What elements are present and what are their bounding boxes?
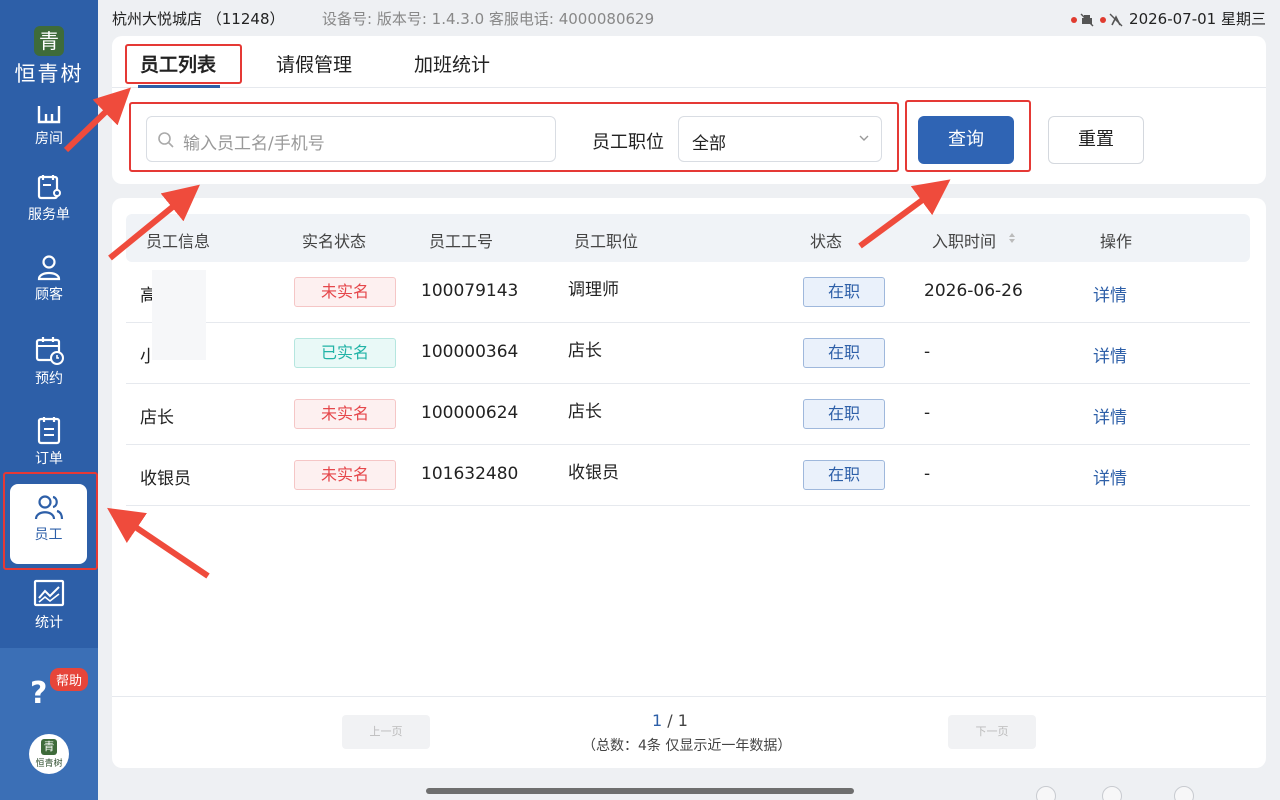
- sidebar-item-customer[interactable]: 顾客: [0, 244, 98, 316]
- help-icon: ?: [30, 676, 48, 711]
- hired-date: -: [924, 403, 931, 423]
- sidebar-item-room[interactable]: 房间: [0, 96, 98, 168]
- sidebar: 青 恒青树 房间 服务单 顾客 预约 订单 员工 统计 ? 帮助 青 恒青树: [0, 0, 98, 800]
- tab-overtime-stats[interactable]: 加班统计: [414, 50, 490, 77]
- datetime: 2026-07-01 星期三: [1129, 10, 1266, 28]
- printer-off-icon: [1080, 13, 1094, 26]
- prev-page-button[interactable]: 上一页: [342, 715, 430, 749]
- help-badge: 帮助: [50, 668, 89, 691]
- verify-badge: 未实名: [294, 399, 396, 429]
- device-info: 设备号: 版本号: 1.4.3.0 客服电话: 4000080629: [322, 10, 655, 28]
- sidebar-item-label: 房间: [35, 131, 63, 147]
- col-header-action: 操作: [1100, 232, 1133, 251]
- sidebar-item-label: 订单: [35, 451, 63, 467]
- brand-name: 恒青树: [14, 62, 84, 86]
- floating-dot: [1036, 786, 1056, 800]
- annotation-box-filters: [129, 102, 899, 172]
- alert-dot: [1100, 16, 1107, 23]
- hired-date: -: [924, 464, 931, 484]
- floating-dot: [1102, 786, 1122, 800]
- tab-bar: 员工列表 请假管理 加班统计: [112, 36, 1266, 88]
- table-row: 高 未实名 100079143 调理师 在职 2026-06-26 详情: [126, 262, 1250, 323]
- sidebar-item-stats[interactable]: 统计: [0, 570, 98, 642]
- tab-leave-management[interactable]: 请假管理: [276, 50, 352, 77]
- annotation-box-query: [905, 100, 1031, 172]
- tab-active-indicator: [138, 85, 220, 88]
- annotation-box-tab: [125, 44, 242, 84]
- store-name: 杭州大悦城店 （11248）: [112, 10, 285, 28]
- pagination-summary: （总数：4条 仅显示近一年数据）: [582, 738, 792, 754]
- status-badge: 在职: [803, 460, 885, 490]
- detail-link[interactable]: 详情: [1093, 281, 1127, 306]
- help-button[interactable]: ? 帮助: [30, 668, 92, 712]
- staff-name: 收银员: [140, 469, 191, 489]
- customer-icon: [37, 255, 61, 281]
- table-row: 小 已实名 100000364 店长 在职 - 详情: [126, 323, 1250, 384]
- pagination: 上一页 1 / 1 （总数：4条 仅显示近一年数据） 下一页: [112, 696, 1266, 768]
- col-header-position: 员工职位: [574, 232, 639, 251]
- table-header: 员工信息 实名状态 员工工号 员工职位 状态 入职时间 操作: [126, 214, 1250, 262]
- brand-logo: 青 恒青树: [0, 26, 98, 88]
- annotation-box-staff-nav: [3, 472, 98, 570]
- page-indicator: 1 / 1: [652, 711, 688, 730]
- col-header-info: 员工信息: [146, 232, 211, 251]
- privacy-mask: [152, 270, 206, 360]
- staff-id: 100079143: [421, 281, 519, 301]
- staff-position: 收银员: [568, 463, 619, 483]
- next-page-button[interactable]: 下一页: [948, 715, 1036, 749]
- avatar[interactable]: 青 恒青树: [29, 734, 69, 774]
- logo-mark: 青: [34, 26, 64, 56]
- sidebar-item-order[interactable]: 订单: [0, 406, 98, 478]
- staff-name: 店长: [140, 408, 174, 428]
- staff-table-card: 员工信息 实名状态 员工工号 员工职位 状态 入职时间 操作 高 未实名 100…: [112, 198, 1266, 768]
- staff-position: 店长: [568, 402, 602, 422]
- sidebar-item-label: 服务单: [28, 207, 70, 223]
- status-bar: 杭州大悦城店 （11248） 设备号: 版本号: 1.4.3.0 客服电话: 4…: [98, 0, 1280, 34]
- col-header-hired[interactable]: 入职时间: [932, 228, 996, 252]
- staff-id: 100000624: [421, 403, 519, 423]
- staff-position: 调理师: [568, 280, 619, 300]
- floating-dot: [1174, 786, 1194, 800]
- col-header-id: 员工工号: [429, 232, 494, 251]
- hired-date: 2026-06-26: [924, 281, 1023, 301]
- signal-off-icon: [1109, 13, 1123, 26]
- table-row: 店长 未实名 100000624 店长 在职 - 详情: [126, 384, 1250, 445]
- sidebar-item-label: 统计: [35, 615, 63, 631]
- current-page: 1: [652, 711, 663, 730]
- detail-link[interactable]: 详情: [1093, 342, 1127, 367]
- verify-badge: 未实名: [294, 277, 396, 307]
- sidebar-item-label: 顾客: [35, 287, 63, 303]
- table-row: 收银员 未实名 101632480 收银员 在职 - 详情: [126, 445, 1250, 506]
- room-icon: [37, 106, 61, 124]
- detail-link[interactable]: 详情: [1093, 403, 1127, 428]
- sidebar-item-booking[interactable]: 预约: [0, 326, 98, 398]
- home-indicator: [426, 788, 854, 794]
- service-order-icon: [37, 175, 61, 200]
- status-badge: 在职: [803, 277, 885, 307]
- hired-date: -: [924, 342, 931, 362]
- total-pages: / 1: [667, 711, 688, 730]
- verify-badge: 未实名: [294, 460, 396, 490]
- col-header-status: 状态: [810, 232, 843, 251]
- sort-icon[interactable]: [1007, 231, 1017, 245]
- staff-id: 100000364: [421, 342, 519, 362]
- stats-icon: [33, 579, 65, 607]
- staff-id: 101632480: [421, 464, 519, 484]
- detail-link[interactable]: 详情: [1093, 464, 1127, 489]
- avatar-text: 恒青树: [35, 759, 63, 769]
- alert-dot: [1071, 16, 1078, 23]
- col-header-verify: 实名状态: [302, 232, 367, 251]
- sidebar-item-service-order[interactable]: 服务单: [0, 164, 98, 236]
- order-icon: [37, 417, 61, 445]
- avatar-logo-mark: 青: [41, 739, 57, 755]
- status-badge: 在职: [803, 399, 885, 429]
- reset-button[interactable]: 重置: [1048, 116, 1144, 164]
- status-right: 2026-07-01 星期三: [1071, 8, 1266, 29]
- calendar-clock-icon: [35, 337, 64, 365]
- sidebar-item-label: 预约: [35, 371, 63, 387]
- verify-badge: 已实名: [294, 338, 396, 368]
- staff-position: 店长: [568, 341, 602, 361]
- status-badge: 在职: [803, 338, 885, 368]
